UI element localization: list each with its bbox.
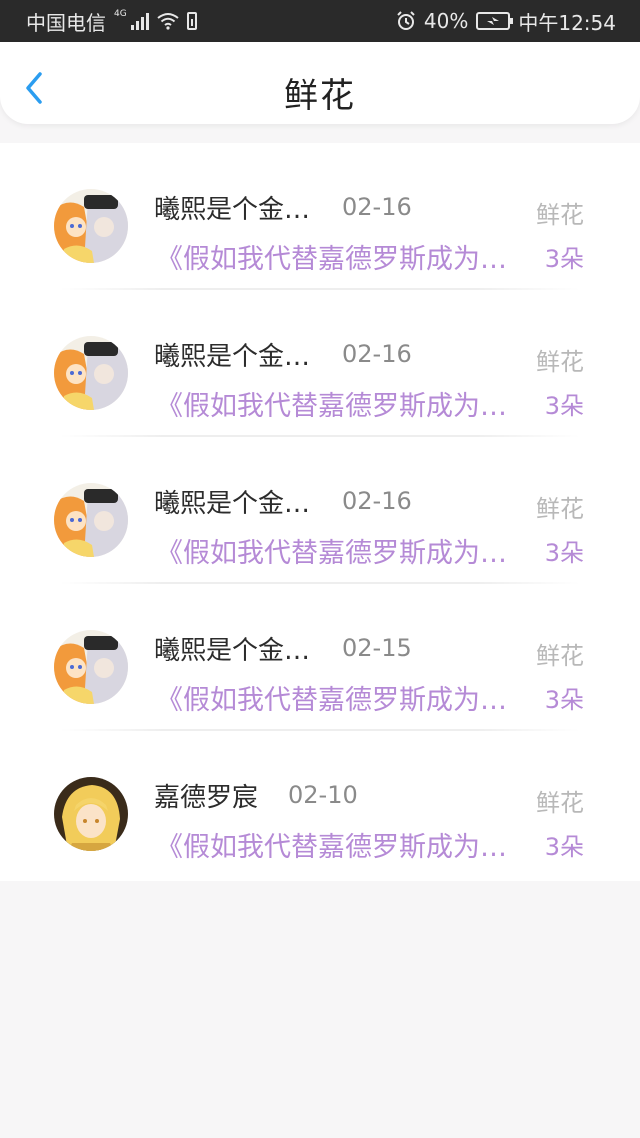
gift-type-label: 鲜花 [536,201,584,229]
user-avatar[interactable] [54,336,128,410]
flower-gift-list: 曦熙是个金… 02-16 鲜花 《假如我代替嘉德罗斯成为… 3朵 曦熙是个金… … [0,143,640,881]
list-item[interactable]: 曦熙是个金… 02-16 鲜花 《假如我代替嘉德罗斯成为… 3朵 [0,437,640,584]
network-type: 4G [114,9,127,19]
gift-count: 3朵 [544,392,584,420]
gift-count: 3朵 [544,539,584,567]
gift-date: 02-15 [342,634,412,662]
sender-name: 曦熙是个金… [154,489,311,519]
gift-count: 3朵 [544,245,584,273]
gift-date: 02-16 [342,340,412,368]
gift-type-label: 鲜花 [536,789,584,817]
work-title-link[interactable]: 《假如我代替嘉德罗斯成为… [156,825,507,864]
gift-date: 02-16 [342,193,412,221]
list-item[interactable]: 曦熙是个金… 02-16 鲜花 《假如我代替嘉德罗斯成为… 3朵 [0,143,640,290]
signal-icon [130,12,149,30]
gift-count: 3朵 [544,686,584,714]
status-bar: 中国电信 4G 40% 中午12:54 [0,0,640,42]
wifi-icon [157,13,179,30]
page-title: 鲜花 [284,76,356,116]
nav-header: 鲜花 [0,42,640,124]
sender-name: 曦熙是个金… [154,195,311,225]
gift-date: 02-16 [342,487,412,515]
sim-status-icon [186,12,197,30]
gift-type-label: 鲜花 [536,495,584,523]
sender-name: 曦熙是个金… [154,342,311,372]
gift-type-label: 鲜花 [536,642,584,670]
list-item[interactable]: 曦熙是个金… 02-15 鲜花 《假如我代替嘉德罗斯成为… 3朵 [0,584,640,731]
work-title-link[interactable]: 《假如我代替嘉德罗斯成为… [156,531,507,570]
user-avatar[interactable] [54,189,128,263]
gift-type-label: 鲜花 [536,348,584,376]
carrier-label: 中国电信 [26,10,106,35]
work-title-link[interactable]: 《假如我代替嘉德罗斯成为… [156,384,507,423]
clock: 中午12:54 [518,10,616,35]
user-avatar[interactable] [54,630,128,704]
work-title-link[interactable]: 《假如我代替嘉德罗斯成为… [156,678,507,717]
status-left: 中国电信 4G [26,7,197,36]
sender-name: 嘉德罗宸 [154,783,259,813]
gift-date: 02-10 [288,781,358,809]
sender-name: 曦熙是个金… [154,636,311,666]
battery-charging-icon [476,12,514,30]
status-right: 40% 中午12:54 [396,7,616,36]
list-item[interactable]: 嘉德罗宸 02-10 鲜花 《假如我代替嘉德罗斯成为… 3朵 [0,731,640,878]
battery-percent: 40% [423,9,469,33]
gift-count: 3朵 [544,833,584,861]
user-avatar[interactable] [54,777,128,851]
list-item[interactable]: 曦熙是个金… 02-16 鲜花 《假如我代替嘉德罗斯成为… 3朵 [0,290,640,437]
work-title-link[interactable]: 《假如我代替嘉德罗斯成为… [156,237,507,276]
alarm-icon [397,11,415,30]
user-avatar[interactable] [54,483,128,557]
